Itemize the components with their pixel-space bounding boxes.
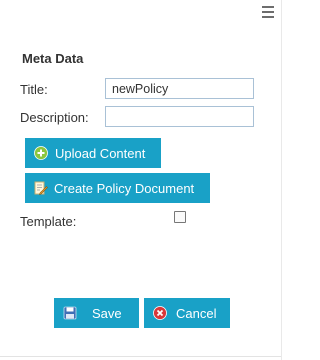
create-policy-document-label: Create Policy Document [54, 180, 195, 196]
description-label: Description: [20, 110, 89, 125]
cancel-button[interactable]: Cancel [144, 298, 230, 328]
template-label: Template: [20, 214, 77, 229]
save-label: Save [92, 305, 122, 321]
description-input[interactable] [105, 106, 254, 127]
floppy-disk-icon [63, 306, 77, 320]
metadata-panel: Meta Data Title: Description: Upload Con… [0, 0, 282, 357]
upload-content-label: Upload Content [55, 145, 146, 161]
upload-content-button[interactable]: Upload Content [25, 138, 161, 168]
plus-circle-icon [34, 146, 48, 160]
document-edit-icon [34, 181, 48, 195]
template-checkbox[interactable] [174, 211, 186, 223]
cancel-label: Cancel [176, 305, 217, 321]
x-circle-icon [153, 306, 167, 320]
save-button[interactable]: Save [54, 298, 139, 328]
hamburger-menu-icon[interactable] [262, 6, 274, 18]
scrollbar-track[interactable] [281, 0, 282, 360]
section-title: Meta Data [22, 51, 84, 66]
title-input[interactable] [105, 78, 254, 99]
create-policy-document-button[interactable]: Create Policy Document [25, 173, 210, 203]
title-label: Title: [20, 82, 48, 97]
